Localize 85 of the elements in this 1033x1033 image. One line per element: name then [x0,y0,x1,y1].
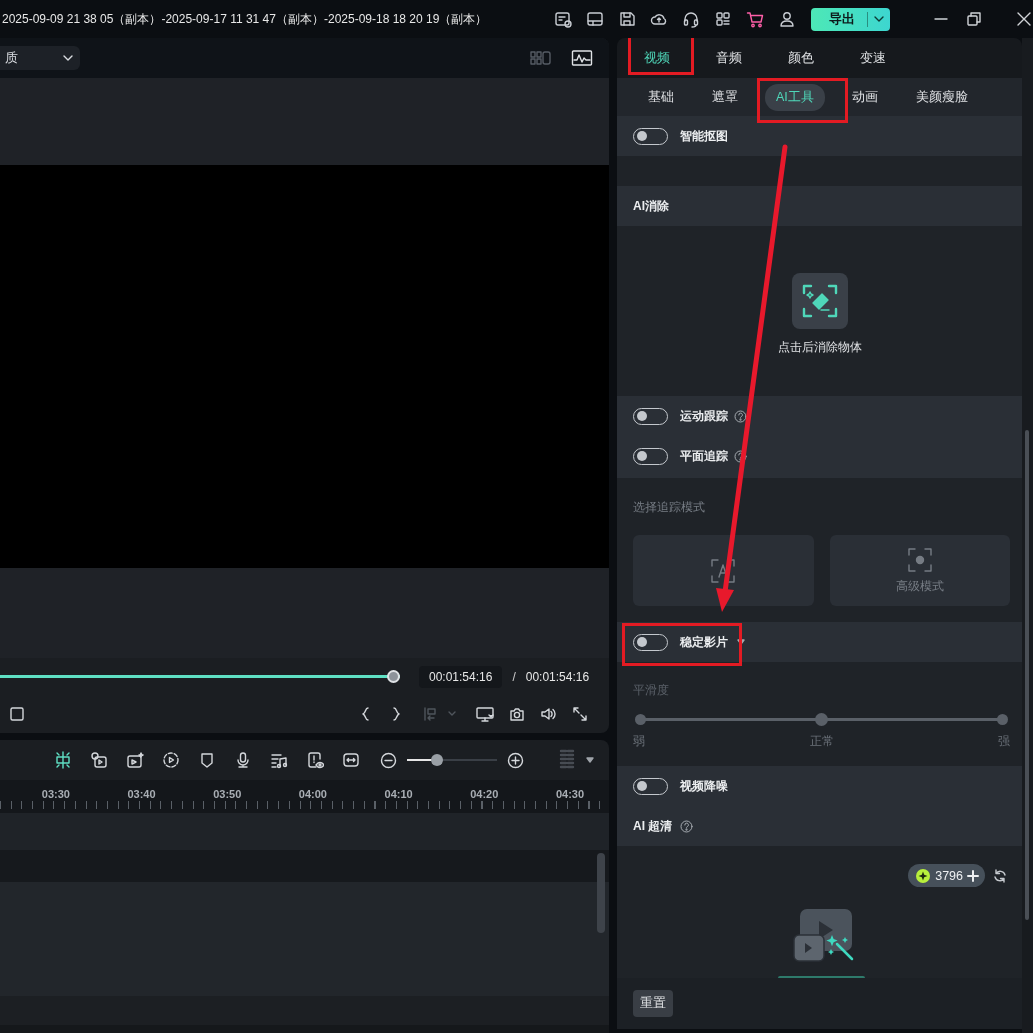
toggle-label: 运动跟踪 [680,407,728,425]
marker-icon[interactable] [422,706,438,722]
monitor-icon[interactable] [476,706,494,722]
progress-slider[interactable] [0,669,400,684]
save-icon[interactable] [618,10,636,28]
stop-icon[interactable] [9,706,25,722]
preview-clip-icon[interactable] [306,751,324,769]
tab[interactable]: 音频 [693,38,765,78]
credit-badge[interactable]: 3796 [908,864,985,887]
tab[interactable]: 变速 [837,38,909,78]
slider-mark: 弱 [633,733,645,750]
subtab[interactable]: 美颜瘦脸 [904,83,979,111]
video-magic-icon [791,908,854,962]
time-separator: / [512,669,516,684]
apps-icon[interactable] [714,10,732,28]
slider-mark: 正常 [809,733,834,750]
toggle-label: 稳定影片 [680,633,728,651]
refresh-icon[interactable] [993,868,1007,883]
tracking-mode-card[interactable] [633,535,814,606]
ruler-label: 04:10 [383,787,414,802]
headset-icon[interactable] [682,10,700,28]
reset-button[interactable]: 重置 [633,990,673,1017]
window-title: 2025-09-09 21 38 05（副本）-2025-09-17 11 31 47（副本）-2025-09-18 18 20 19（副本） [1,10,489,28]
waveform-icon[interactable] [571,49,593,67]
scrollbar-thumb[interactable] [597,853,605,933]
split-icon[interactable] [54,751,72,769]
ruler-label: 03:40 [126,787,157,802]
tab[interactable]: 视频 [621,38,693,78]
plus-icon[interactable] [967,869,979,882]
ruler-label: 03:50 [212,787,243,802]
frame-icon [709,556,738,585]
zoom-out-icon[interactable] [380,751,397,769]
zoom-slider[interactable] [407,754,497,766]
erase-object-label: 点击后消除物体 [777,339,862,356]
camera-icon[interactable] [509,706,525,722]
focus-icon [905,546,934,574]
restore-icon[interactable] [965,10,983,28]
track-height-icon[interactable] [559,749,575,771]
tab[interactable]: 颜色 [765,38,837,78]
slider-mark: 强 [998,733,1010,750]
magic-clip-icon[interactable] [126,751,144,769]
layout-icon[interactable] [586,10,604,28]
task-list-icon[interactable] [554,10,572,28]
caret-icon[interactable] [586,756,594,764]
speaker-icon[interactable] [540,706,557,722]
help-icon[interactable] [680,819,694,833]
slider-label: 平滑度 [633,682,670,699]
cart-icon[interactable] [746,10,764,28]
subtab[interactable]: 基础 [637,83,685,111]
music-list-icon[interactable] [270,751,288,769]
help-icon[interactable] [734,409,747,423]
toggle-label: 平面追踪 [680,447,728,465]
eraser-icon [801,283,838,319]
export-button[interactable]: 导出 [811,7,890,31]
ruler-label: 04:30 [554,787,586,802]
ai-clip-icon[interactable] [90,751,108,769]
credit-icon [915,867,932,884]
caret-icon[interactable] [737,638,745,646]
fit-width-icon[interactable] [342,751,360,769]
section-title: AI 超清 [633,817,673,835]
zoom-in-icon[interactable] [507,751,524,769]
subtab[interactable]: 动画 [840,83,889,111]
section-title: AI消除 [633,197,669,215]
quality-dropdown[interactable]: 质 [0,46,80,70]
user-icon[interactable] [778,10,796,28]
subtab[interactable]: AI工具 [765,83,825,111]
fullscreen-icon[interactable] [572,706,588,722]
grid-view-icon[interactable] [530,50,552,66]
subtab[interactable]: 遮罩 [701,83,749,111]
help-icon[interactable] [734,449,747,463]
shield-icon[interactable] [198,751,216,769]
credit-count: 3796 [935,868,963,883]
tracking-mode-label: 选择追踪模式 [633,499,706,516]
toggle-label: 视频降噪 [680,777,728,795]
ruler-label: 03:30 [40,787,71,802]
scrollbar-thumb[interactable] [1025,430,1029,920]
close-icon[interactable] [1015,10,1033,28]
toggle-label: 智能抠图 [680,127,728,145]
erase-object-button[interactable] [791,273,848,329]
microphone-icon[interactable] [234,751,252,769]
current-time: 00:01:54:16 [419,665,503,688]
play-ring-icon[interactable] [162,751,180,769]
ruler-label: 04:00 [297,787,328,802]
ruler-label: 04:20 [469,787,500,802]
total-time: 00:01:54:16 [525,669,590,684]
